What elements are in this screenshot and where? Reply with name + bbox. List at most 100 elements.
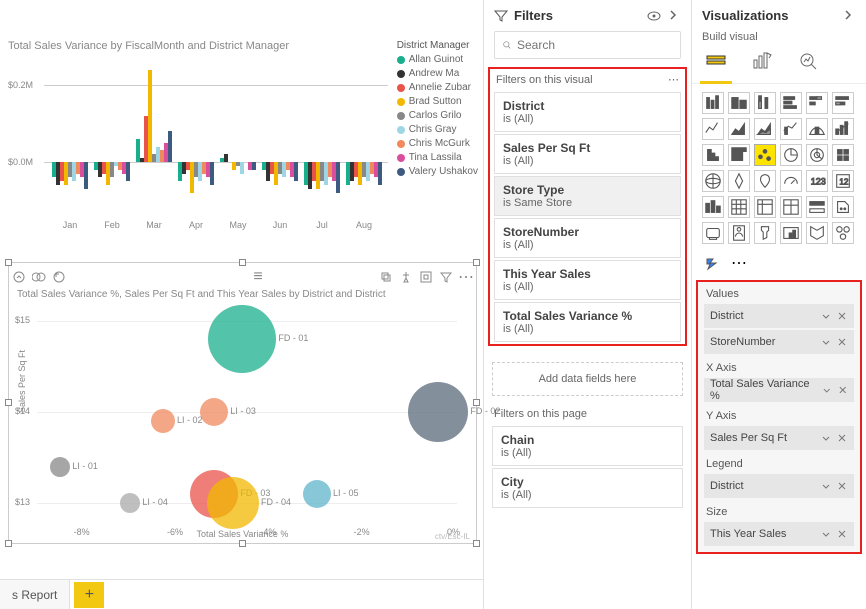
viz-tile-more[interactable]: ⋯ (728, 252, 750, 274)
viz-tile[interactable] (806, 144, 828, 166)
viz-tile[interactable] (702, 118, 724, 140)
legend-item[interactable]: Carlos Grilo (397, 109, 478, 123)
viz-tile[interactable] (702, 196, 724, 218)
viz-tile[interactable] (754, 118, 776, 140)
bubble[interactable] (303, 480, 331, 508)
viz-tile[interactable] (728, 144, 750, 166)
viz-tile[interactable] (702, 92, 724, 114)
field-chip-legend[interactable]: District (704, 474, 854, 498)
viz-tile[interactable] (754, 92, 776, 114)
viz-tile[interactable] (702, 170, 724, 192)
remove-icon[interactable] (836, 528, 848, 540)
report-tab[interactable]: s Report (0, 580, 70, 609)
legend-item[interactable]: Chris Gray (397, 123, 478, 137)
viz-tile[interactable]: 123 (806, 170, 828, 192)
drill-up-icon[interactable] (11, 269, 27, 285)
viz-tile[interactable] (806, 92, 828, 114)
viz-tile[interactable] (780, 170, 802, 192)
field-chip-size[interactable]: This Year Sales (704, 522, 854, 546)
bubble[interactable] (120, 493, 140, 513)
bubble[interactable] (151, 409, 175, 433)
chevron-down-icon[interactable] (820, 480, 832, 492)
chevron-down-icon[interactable] (820, 432, 832, 444)
viz-tile[interactable] (728, 92, 750, 114)
remove-icon[interactable] (836, 310, 848, 322)
viz-tile[interactable] (832, 222, 854, 244)
focus-icon[interactable] (418, 269, 434, 285)
remove-icon[interactable] (837, 384, 848, 396)
bubble[interactable] (208, 305, 276, 373)
viz-tile[interactable]: 12 (832, 170, 854, 192)
filter-card[interactable]: Districtis (All) (494, 92, 681, 132)
viz-tile[interactable] (780, 92, 802, 114)
legend-item[interactable]: Valery Ushakov (397, 165, 478, 179)
legend-item[interactable]: Tina Lassila (397, 151, 478, 165)
add-page-button[interactable]: + (74, 582, 104, 608)
expand-icon[interactable] (51, 269, 67, 285)
build-tab-fields[interactable] (702, 47, 730, 75)
bubble[interactable] (207, 477, 259, 529)
remove-icon[interactable] (836, 336, 848, 348)
viz-tile[interactable] (832, 196, 854, 218)
copy-icon[interactable] (378, 269, 394, 285)
bubble[interactable] (50, 457, 70, 477)
field-chip-storenumber[interactable]: StoreNumber (704, 330, 854, 354)
search-input[interactable] (517, 38, 672, 52)
viz-tile[interactable] (728, 222, 750, 244)
chevron-down-icon[interactable] (820, 336, 832, 348)
chevron-down-icon[interactable] (821, 384, 832, 396)
collapse-viz-icon[interactable] (842, 9, 856, 23)
bar-chart-visual[interactable]: Total Sales Variance by FiscalMonth and … (8, 40, 478, 250)
filter-card[interactable]: StoreNumberis (All) (494, 218, 681, 258)
viz-tile[interactable] (780, 222, 802, 244)
drill-down-icon[interactable] (31, 269, 47, 285)
scatter-chart-visual[interactable]: ≡ ⋯ Total Sales Variance %, Sales Per Sq… (8, 262, 477, 544)
more-icon[interactable]: ⋯ (458, 269, 474, 285)
legend-item[interactable]: Brad Sutton (397, 95, 478, 109)
legend-item[interactable]: Andrew Ma (397, 67, 478, 81)
viz-tile[interactable] (780, 144, 802, 166)
build-tab-analytics[interactable] (794, 47, 822, 75)
viz-tile[interactable] (832, 92, 854, 114)
remove-icon[interactable] (836, 432, 848, 444)
show-hide-icon[interactable] (647, 9, 661, 23)
viz-tile-automate[interactable] (702, 252, 724, 274)
viz-tile[interactable] (754, 170, 776, 192)
legend-item[interactable]: Allan Guinot (397, 53, 478, 67)
build-tab-format[interactable] (748, 47, 776, 75)
viz-tile[interactable] (702, 144, 724, 166)
field-chip-yaxis[interactable]: Sales Per Sq Ft (704, 426, 854, 450)
viz-tile[interactable] (780, 196, 802, 218)
viz-tile[interactable] (702, 222, 724, 244)
field-chip-xaxis[interactable]: Total Sales Variance % (704, 378, 854, 402)
chevron-down-icon[interactable] (820, 528, 832, 540)
viz-tile[interactable] (806, 118, 828, 140)
viz-tile[interactable] (780, 118, 802, 140)
viz-tile[interactable] (806, 196, 828, 218)
viz-tile[interactable] (832, 118, 854, 140)
filter-card[interactable]: Cityis (All) (492, 468, 683, 508)
chevron-down-icon[interactable] (820, 310, 832, 322)
collapse-icon[interactable] (667, 9, 681, 23)
viz-tile[interactable] (806, 222, 828, 244)
viz-tile[interactable] (754, 222, 776, 244)
drag-handle-icon[interactable]: ≡ (250, 269, 266, 285)
filter-card[interactable]: Sales Per Sq Ftis (All) (494, 134, 681, 174)
viz-tile[interactable] (728, 170, 750, 192)
viz-tile[interactable] (728, 118, 750, 140)
bubble[interactable] (408, 382, 468, 442)
section-more-icon[interactable]: ⋯ (668, 73, 679, 86)
viz-tile[interactable] (754, 196, 776, 218)
filter-card[interactable]: Total Sales Variance %is (All) (494, 302, 681, 342)
pin-icon[interactable] (398, 269, 414, 285)
filter-card[interactable]: Store Typeis Same Store (494, 176, 681, 216)
viz-tile[interactable] (728, 196, 750, 218)
add-data-fields[interactable]: Add data fields here (492, 362, 683, 396)
viz-tile[interactable] (832, 144, 854, 166)
remove-icon[interactable] (836, 480, 848, 492)
bubble[interactable] (200, 398, 228, 426)
filter-card[interactable]: This Year Salesis (All) (494, 260, 681, 300)
viz-tile[interactable] (754, 144, 776, 166)
filter-icon[interactable] (438, 269, 454, 285)
legend-item[interactable]: Annelie Zubar (397, 81, 478, 95)
